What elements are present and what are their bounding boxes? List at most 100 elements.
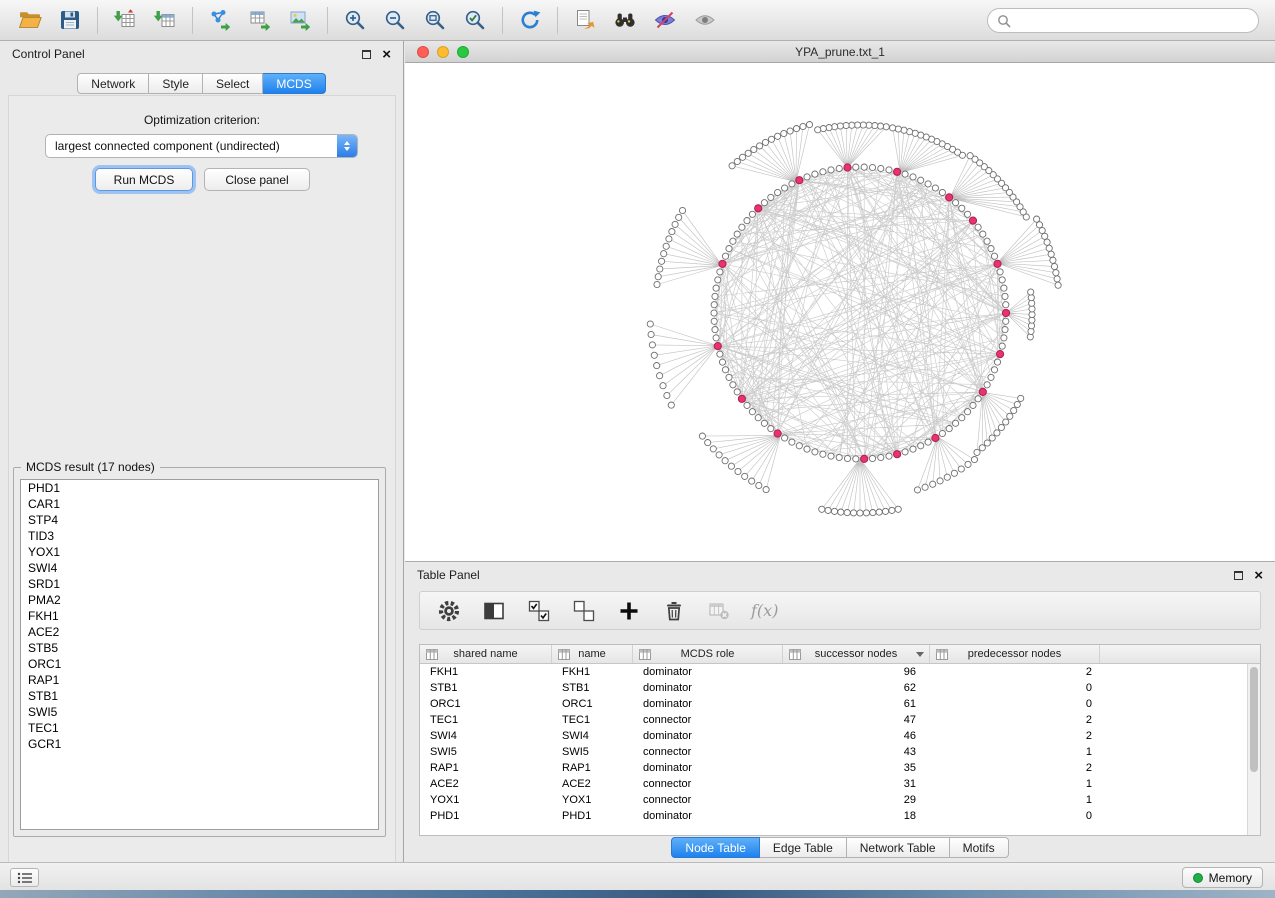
cell-successor-nodes[interactable]: 47 xyxy=(783,712,930,728)
network-node[interactable] xyxy=(914,487,920,493)
network-node[interactable] xyxy=(745,150,751,156)
network-node[interactable] xyxy=(651,352,657,358)
network-node[interactable] xyxy=(998,424,1004,430)
network-node[interactable] xyxy=(711,318,717,324)
tab-style[interactable]: Style xyxy=(149,73,203,94)
minimize-window-icon[interactable] xyxy=(437,46,449,58)
network-node[interactable] xyxy=(735,468,741,474)
network-node[interactable] xyxy=(806,122,812,128)
network-node[interactable] xyxy=(925,439,931,445)
network-node[interactable] xyxy=(869,164,875,170)
column-header-name[interactable]: name xyxy=(552,645,633,663)
network-node[interactable] xyxy=(951,470,957,476)
network-node[interactable] xyxy=(838,509,844,515)
network-node[interactable] xyxy=(649,342,655,348)
destroy-table-button[interactable] xyxy=(706,598,732,624)
cell-name[interactable]: YOX1 xyxy=(552,792,633,808)
search-input[interactable] xyxy=(1011,14,1231,28)
network-node[interactable] xyxy=(726,374,732,380)
mcds-hub-node[interactable] xyxy=(1002,309,1009,316)
network-node[interactable] xyxy=(937,478,943,484)
cell-shared-name[interactable]: FKH1 xyxy=(420,664,552,680)
network-node[interactable] xyxy=(699,433,705,439)
network-node[interactable] xyxy=(895,506,901,512)
network-node[interactable] xyxy=(844,455,850,461)
network-node[interactable] xyxy=(717,351,723,357)
table-scrollbar[interactable] xyxy=(1247,664,1260,835)
network-node[interactable] xyxy=(715,277,721,283)
network-node[interactable] xyxy=(755,415,761,421)
zoom-fit-button[interactable] xyxy=(415,3,455,37)
cell-shared-name[interactable]: SWI5 xyxy=(420,744,552,760)
mcds-node-item[interactable]: STB1 xyxy=(21,688,378,704)
mcds-hub-node[interactable] xyxy=(932,434,939,441)
network-node[interactable] xyxy=(877,123,883,129)
network-node[interactable] xyxy=(1007,413,1013,419)
network-node[interactable] xyxy=(751,146,757,152)
network-node[interactable] xyxy=(953,200,959,206)
network-node[interactable] xyxy=(719,359,725,365)
table-row[interactable]: TEC1TEC1connector472 xyxy=(420,712,1247,728)
network-node[interactable] xyxy=(761,200,767,206)
cell-name[interactable]: SWI5 xyxy=(552,744,633,760)
network-node[interactable] xyxy=(782,185,788,191)
network-node[interactable] xyxy=(744,218,750,224)
cell-MCDS-role[interactable]: connector xyxy=(633,712,783,728)
network-node[interactable] xyxy=(1018,395,1024,401)
cell-successor-nodes[interactable]: 43 xyxy=(783,744,930,760)
table-row[interactable]: SWI4SWI4dominator462 xyxy=(420,728,1247,744)
export-table-button[interactable] xyxy=(240,3,280,37)
network-node[interactable] xyxy=(918,443,924,449)
network-node[interactable] xyxy=(672,221,678,227)
network-node[interactable] xyxy=(994,359,1000,365)
network-node[interactable] xyxy=(984,238,990,244)
network-node[interactable] xyxy=(669,229,675,235)
cell-shared-name[interactable]: STB1 xyxy=(420,680,552,696)
cell-MCDS-role[interactable]: dominator xyxy=(633,808,783,824)
network-node[interactable] xyxy=(1042,233,1048,239)
network-node[interactable] xyxy=(975,224,981,230)
save-session-button[interactable] xyxy=(50,3,90,37)
network-node[interactable] xyxy=(789,181,795,187)
cell-shared-name[interactable]: ORC1 xyxy=(420,696,552,712)
network-node[interactable] xyxy=(876,509,882,515)
zoom-out-button[interactable] xyxy=(375,3,415,37)
mcds-node-item[interactable]: CAR1 xyxy=(21,496,378,512)
network-node[interactable] xyxy=(1028,289,1034,295)
network-node[interactable] xyxy=(1034,216,1040,222)
network-node[interactable] xyxy=(1053,270,1059,276)
network-node[interactable] xyxy=(749,409,755,415)
network-node[interactable] xyxy=(722,458,728,464)
cell-successor-nodes[interactable]: 29 xyxy=(783,792,930,808)
network-node[interactable] xyxy=(836,165,842,171)
search-field[interactable] xyxy=(987,8,1259,33)
add-row-button[interactable] xyxy=(616,598,642,624)
network-node[interactable] xyxy=(819,506,825,512)
optimization-select[interactable]: largest connected component (undirected) xyxy=(45,134,358,158)
network-node[interactable] xyxy=(958,466,964,472)
column-header-MCDS-role[interactable]: MCDS role xyxy=(633,645,783,663)
mcds-hub-node[interactable] xyxy=(997,351,1004,358)
cell-successor-nodes[interactable]: 18 xyxy=(783,808,930,824)
network-node[interactable] xyxy=(825,507,831,513)
mcds-hub-node[interactable] xyxy=(738,395,745,402)
cell-successor-nodes[interactable]: 31 xyxy=(783,776,930,792)
mcds-node-item[interactable]: RAP1 xyxy=(21,672,378,688)
network-node[interactable] xyxy=(944,474,950,480)
network-node[interactable] xyxy=(705,440,711,446)
network-node[interactable] xyxy=(762,139,768,145)
network-node[interactable] xyxy=(659,258,665,264)
network-node[interactable] xyxy=(971,457,977,463)
network-node[interactable] xyxy=(1002,327,1008,333)
cell-MCDS-role[interactable]: connector xyxy=(633,792,783,808)
search-network-button[interactable] xyxy=(605,3,645,37)
network-node[interactable] xyxy=(740,154,746,160)
network-node[interactable] xyxy=(872,123,878,129)
network-node[interactable] xyxy=(953,420,959,426)
cell-name[interactable]: ACE2 xyxy=(552,776,633,792)
column-header-predecessor-nodes[interactable]: predecessor nodes xyxy=(930,645,1100,663)
network-node[interactable] xyxy=(988,246,994,252)
delete-row-button[interactable] xyxy=(661,598,687,624)
cell-predecessor-nodes[interactable]: 1 xyxy=(930,792,1100,808)
network-node[interactable] xyxy=(812,171,818,177)
